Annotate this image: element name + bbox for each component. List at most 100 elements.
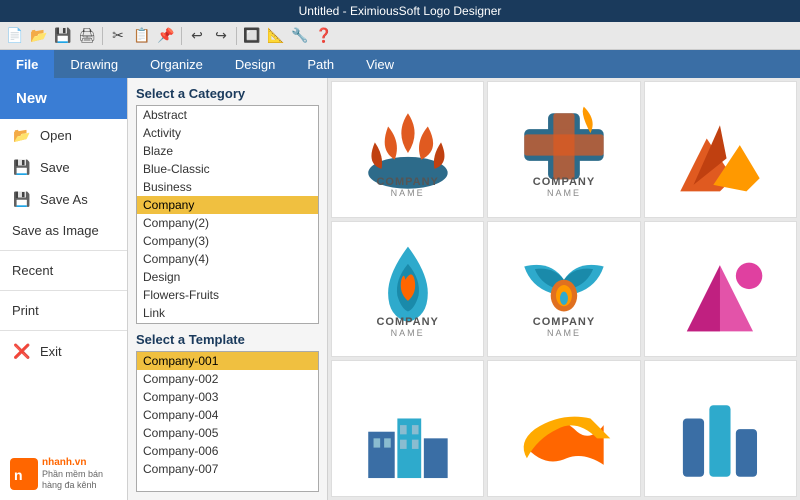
category-item[interactable]: Company	[137, 196, 318, 214]
tab-design[interactable]: Design	[219, 50, 291, 78]
logo-company-name: COMPANY	[376, 176, 438, 188]
category-item[interactable]: Business	[137, 178, 318, 196]
gallery-item[interactable]	[331, 360, 484, 497]
template-list-scroll[interactable]: Company-001Company-002Company-003Company…	[137, 352, 318, 491]
category-item[interactable]: Link	[137, 304, 318, 322]
nhanh-line2: Phần mềm bán hàng đa kênh	[42, 469, 117, 492]
save-as-image-label: Save as Image	[12, 223, 99, 238]
save-as-image-button[interactable]: Save as Image	[0, 215, 127, 246]
category-item[interactable]: Blue-Classic	[137, 160, 318, 178]
file-menu: New 📂 Open 💾 Save 💾 Save As Save as Imag…	[0, 78, 128, 500]
template-title: Select a Template	[136, 332, 319, 347]
category-section: Select a Category AbstractActivityBlazeB…	[136, 86, 319, 324]
logo-company-name: COMPANY	[376, 316, 438, 328]
open-button[interactable]: 📂 Open	[0, 119, 127, 151]
gallery-item[interactable]	[644, 81, 797, 218]
template-item[interactable]: Company-007	[137, 460, 318, 478]
category-list-container: AbstractActivityBlazeBlue-ClassicBusines…	[136, 105, 319, 324]
toolbar-settings[interactable]: 🔧	[289, 25, 311, 47]
print-label: Print	[12, 303, 39, 318]
category-item[interactable]: Flowers-Fruits	[137, 286, 318, 304]
logo-gallery: COMPANYNAME COMPANYNAME COMPANYNAME COMP…	[328, 78, 800, 500]
exit-icon: ❌	[12, 343, 32, 359]
save-icon: 💾	[12, 159, 32, 175]
category-item[interactable]: Design	[137, 268, 318, 286]
save-as-button[interactable]: 💾 Save As	[0, 183, 127, 215]
logo-company-sub: NAME	[547, 328, 581, 338]
gallery-item[interactable]	[644, 221, 797, 358]
category-item[interactable]: Blaze	[137, 142, 318, 160]
nhanh-line1: nhanh.vn	[42, 456, 117, 469]
template-item[interactable]: Company-004	[137, 406, 318, 424]
toolbar-rect[interactable]: 🔲	[241, 25, 263, 47]
open-label: Open	[40, 128, 72, 143]
template-item[interactable]: Company-002	[137, 370, 318, 388]
save-as-icon: 💾	[12, 191, 32, 207]
template-section: Select a Template Company-001Company-002…	[136, 332, 319, 492]
gallery-item[interactable]: COMPANYNAME	[331, 221, 484, 358]
toolbar-redo[interactable]: ↪	[210, 25, 232, 47]
exit-label: Exit	[40, 344, 62, 359]
main-content: New 📂 Open 💾 Save 💾 Save As Save as Imag…	[0, 78, 800, 500]
template-list-container: Company-001Company-002Company-003Company…	[136, 351, 319, 492]
menu-sep2	[0, 290, 127, 291]
new-button[interactable]: New	[0, 78, 127, 119]
menu-sep3	[0, 330, 127, 331]
category-item[interactable]: Company(4)	[137, 250, 318, 268]
save-label: Save	[40, 160, 70, 175]
logo-company-sub: NAME	[391, 188, 425, 198]
sep3	[236, 27, 237, 45]
toolbar-copy[interactable]: 📋	[131, 25, 153, 47]
svg-text:n: n	[14, 467, 23, 483]
toolbar-new[interactable]: 📄	[4, 25, 26, 47]
category-title: Select a Category	[136, 86, 319, 101]
gallery-item[interactable]	[487, 360, 640, 497]
category-item[interactable]: Abstract	[137, 106, 318, 124]
nhanh-branding: n nhanh.vn Phần mềm bán hàng đa kênh	[0, 448, 127, 500]
print-button[interactable]: Print	[0, 295, 127, 326]
recent-label: Recent	[12, 263, 53, 278]
recent-button[interactable]: Recent	[0, 255, 127, 286]
toolbar-open[interactable]: 📂	[28, 25, 50, 47]
logo-company-name: COMPANY	[533, 316, 595, 328]
center-panel: Select a Category AbstractActivityBlazeB…	[128, 78, 328, 500]
toolbar-print[interactable]: 🖨	[76, 25, 98, 47]
tab-view[interactable]: View	[350, 50, 410, 78]
exit-button[interactable]: ❌ Exit	[0, 335, 127, 367]
template-item[interactable]: Company-006	[137, 442, 318, 460]
menu-sep1	[0, 250, 127, 251]
toolbar-paste[interactable]: 📌	[155, 25, 177, 47]
tab-file[interactable]: File	[0, 50, 54, 78]
open-icon: 📂	[12, 127, 32, 143]
logo-company-name: COMPANY	[533, 176, 595, 188]
template-item[interactable]: Company-005	[137, 424, 318, 442]
sep1	[102, 27, 103, 45]
toolbar-help[interactable]: ❓	[313, 25, 335, 47]
logo-company-sub: NAME	[547, 188, 581, 198]
tab-organize[interactable]: Organize	[134, 50, 219, 78]
tab-path[interactable]: Path	[291, 50, 350, 78]
nhanh-icon: n	[10, 458, 38, 490]
category-item[interactable]: Activity	[137, 124, 318, 142]
template-item[interactable]: Company-003	[137, 388, 318, 406]
tab-drawing[interactable]: Drawing	[54, 50, 134, 78]
category-item[interactable]: Misc	[137, 322, 318, 323]
save-button[interactable]: 💾 Save	[0, 151, 127, 183]
toolbar-save[interactable]: 💾	[52, 25, 74, 47]
gallery-item[interactable]: COMPANYNAME	[487, 221, 640, 358]
gallery-item[interactable]: COMPANYNAME	[487, 81, 640, 218]
toolbar: 📄 📂 💾 🖨 ✂ 📋 📌 ↩ ↪ 🔲 📐 🔧 ❓	[0, 22, 800, 50]
category-item[interactable]: Company(3)	[137, 232, 318, 250]
toolbar-cut[interactable]: ✂	[107, 25, 129, 47]
title-text: Untitled - EximiousSoft Logo Designer	[299, 4, 502, 18]
gallery-item[interactable]	[644, 360, 797, 497]
template-item[interactable]: Company-001	[137, 352, 318, 370]
save-as-label: Save As	[40, 192, 88, 207]
toolbar-shape[interactable]: 📐	[265, 25, 287, 47]
category-list-scroll[interactable]: AbstractActivityBlazeBlue-ClassicBusines…	[137, 106, 318, 323]
toolbar-undo[interactable]: ↩	[186, 25, 208, 47]
category-item[interactable]: Company(2)	[137, 214, 318, 232]
logo-company-sub: NAME	[391, 328, 425, 338]
title-bar: Untitled - EximiousSoft Logo Designer	[0, 0, 800, 22]
gallery-item[interactable]: COMPANYNAME	[331, 81, 484, 218]
